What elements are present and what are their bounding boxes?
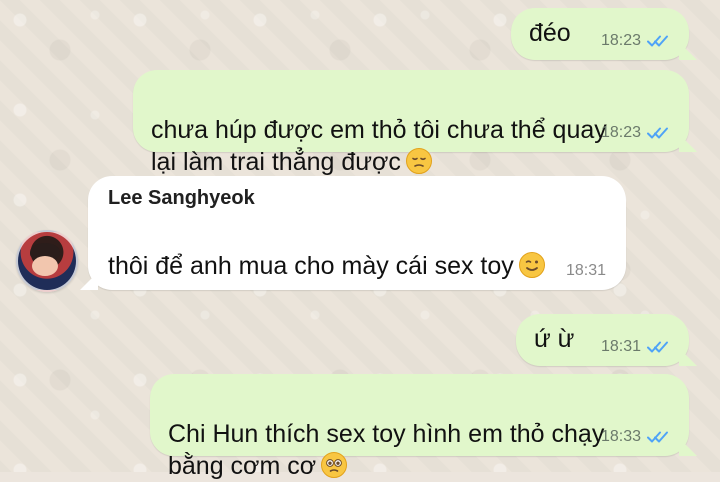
profile-avatar[interactable] (16, 230, 78, 292)
double-check-icon (647, 127, 668, 139)
message-bubble-1[interactable]: đéo 18:23 (511, 8, 689, 60)
pleading-face-icon (321, 452, 348, 478)
message-text-3: thôi để anh mua cho mày cái sex toy (108, 218, 606, 282)
pensive-face-icon (405, 148, 432, 174)
message-meta-5: 18:33 (601, 428, 669, 446)
message-bubble-2[interactable]: chưa húp được em thỏ tôi chưa thể quay l… (133, 70, 689, 176)
message-bubble-3[interactable]: Lee Sanghyeok thôi để anh mua cho mày cá… (88, 176, 626, 290)
double-check-icon (647, 431, 668, 443)
sender-name: Lee Sanghyeok (108, 187, 255, 209)
message-meta-4: 18:31 (601, 338, 669, 356)
winking-face-icon (518, 252, 545, 278)
message-time-2: 18:23 (600, 124, 641, 141)
message-time-1: 18:23 (600, 32, 641, 49)
message-time-5: 18:33 (600, 428, 641, 445)
message-meta-2: 18:23 (601, 124, 669, 142)
message-meta-1: 18:23 (601, 32, 669, 50)
message-bubble-5[interactable]: Chi Hun thích sex toy hình em thỏ chạy b… (150, 374, 689, 480)
double-check-icon (647, 341, 668, 353)
double-check-icon (647, 35, 668, 47)
message-bubble-4[interactable]: ứ ừ 18:31 (516, 314, 689, 366)
message-text-5: Chi Hun thích sex toy hình em thỏ chạy b… (168, 420, 605, 480)
message-text-2: chưa húp được em thỏ tôi chưa thể quay l… (151, 116, 607, 176)
message-time-3: 18:31 (565, 262, 606, 279)
message-time-4: 18:31 (600, 338, 641, 355)
message-meta-3: 18:31 (566, 262, 606, 280)
